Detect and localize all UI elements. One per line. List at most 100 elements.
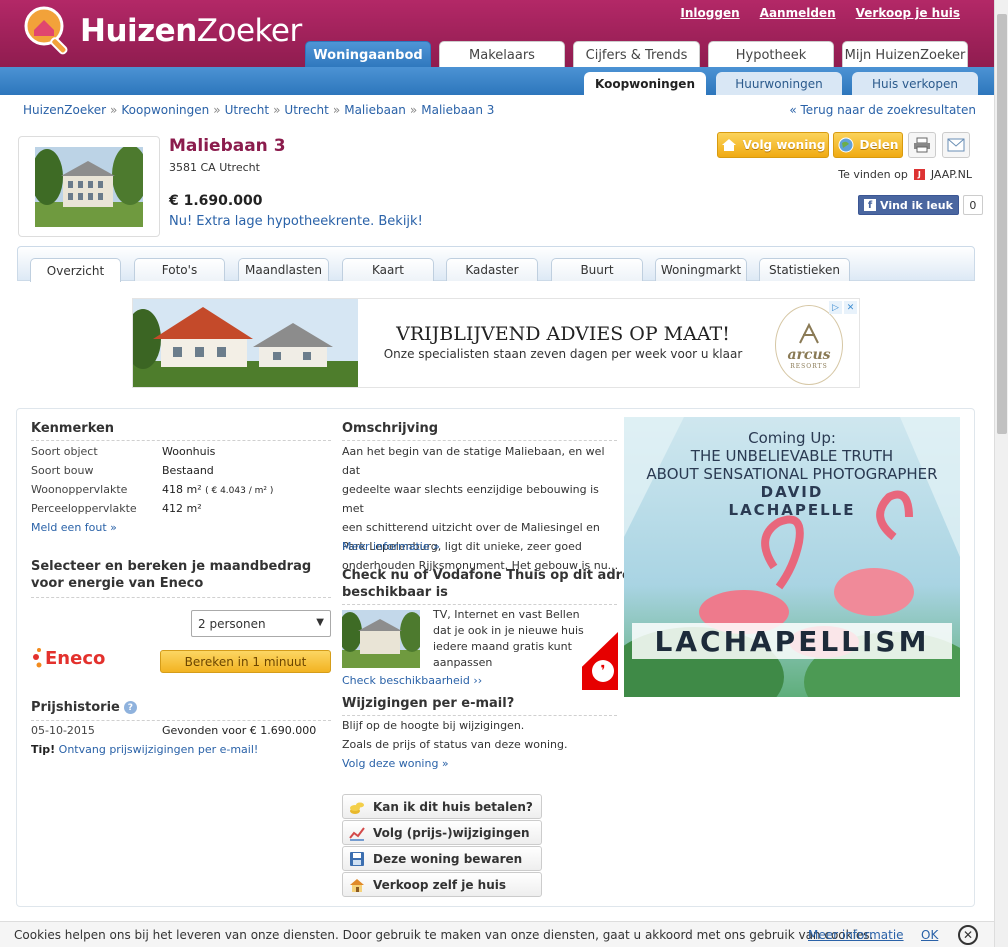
- mortgage-link[interactable]: Nu! Extra lage hypotheekrente. Bekijk!: [169, 214, 423, 229]
- trend-chart-icon: [349, 826, 365, 841]
- breadcrumb-separator: »: [273, 103, 281, 117]
- property-photo-frame[interactable]: [18, 136, 160, 237]
- check-availability-link[interactable]: Check beschikbaarheid ››: [342, 674, 482, 687]
- save-property-button[interactable]: Deze woning bewaren: [342, 846, 542, 871]
- tab-cijfers-trends[interactable]: Cijfers & Trends: [573, 41, 700, 68]
- vodafone-line: dat je ook in je nieuwe huis: [433, 624, 584, 637]
- scrollbar-thumb[interactable]: [997, 14, 1007, 434]
- kenmerk-value: 418 m² ( € 4.043 / m² ): [162, 483, 273, 496]
- tab-kadaster[interactable]: Kadaster: [446, 258, 538, 281]
- breadcrumb-item[interactable]: Utrecht: [284, 103, 328, 117]
- facebook-like-button[interactable]: f Vind ik leuk: [858, 195, 959, 215]
- side-ad-line: DAVID: [760, 483, 824, 501]
- arcus-brand-sub: RESORTS: [790, 362, 828, 370]
- arcus-logo: arcus RESORTS: [775, 305, 843, 385]
- tab-woningmarkt[interactable]: Woningmarkt: [655, 258, 747, 281]
- sell-yourself-button[interactable]: Verkoop zelf je huis: [342, 872, 542, 897]
- tab-huurwoningen[interactable]: Huurwoningen: [716, 72, 842, 95]
- sell-house-link[interactable]: Verkoop je huis: [856, 6, 960, 20]
- email-button[interactable]: [942, 132, 970, 158]
- follow-this-property-link[interactable]: Volg deze woning »: [342, 757, 449, 770]
- back-to-results-link[interactable]: « Terug naar de zoekresultaten: [789, 103, 976, 117]
- close-icon[interactable]: ✕: [958, 925, 978, 945]
- tab-makelaars[interactable]: Makelaars: [439, 41, 565, 68]
- living-area-value: 418 m²: [162, 483, 202, 496]
- household-size-select[interactable]: 2 personen ▼: [191, 610, 331, 637]
- affordability-label: Kan ik dit huis betalen?: [373, 799, 533, 814]
- tab-kaart[interactable]: Kaart: [342, 258, 434, 281]
- property-zip: 3581 CA Utrecht: [169, 161, 260, 174]
- tab-mijn-huizenzoeker[interactable]: Mijn HuizenZoeker: [842, 41, 968, 68]
- tab-huis-verkopen[interactable]: Huis verkopen: [852, 72, 978, 95]
- share-button[interactable]: Delen: [833, 132, 903, 158]
- eneco-dots-icon: [33, 648, 42, 668]
- vodafone-line: TV, Internet en vast Bellen: [433, 608, 580, 621]
- logo-text-regular: Zoeker: [196, 13, 302, 49]
- vodafone-title: Check nu of Vodafone Thuis op dit adres …: [342, 567, 639, 601]
- divider: [342, 604, 617, 605]
- pricehistory-title: Prijshistorie?: [31, 700, 137, 715]
- kenmerk-value: Bestaand: [162, 464, 214, 477]
- banner-ad[interactable]: VRIJBLIJVEND ADVIES OP MAAT! Onze specia…: [132, 298, 860, 388]
- ad-choices[interactable]: ▷ ✕: [829, 301, 857, 314]
- print-button[interactable]: [908, 132, 936, 158]
- breadcrumb-item[interactable]: Koopwoningen: [121, 103, 209, 117]
- side-ad-text: Coming Up: THE UNBELIEVABLE TRUTH ABOUT …: [624, 429, 960, 519]
- vodafone-line: iedere maand gratis kunt: [433, 640, 572, 653]
- facebook-like: f Vind ik leuk 0: [858, 195, 983, 215]
- tab-koopwoningen[interactable]: Koopwoningen: [584, 72, 706, 95]
- pricehistory-title-text: Prijshistorie: [31, 700, 120, 715]
- breadcrumb-item[interactable]: Maliebaan: [344, 103, 406, 117]
- ad-close-icon[interactable]: ✕: [844, 301, 857, 314]
- floppy-disk-icon: [350, 851, 364, 866]
- side-ad[interactable]: Coming Up: THE UNBELIEVABLE TRUTH ABOUT …: [624, 417, 960, 697]
- house-icon: [350, 878, 364, 892]
- ad-info-icon[interactable]: ▷: [829, 301, 842, 314]
- tab-overzicht[interactable]: Overzicht: [30, 258, 121, 282]
- help-icon[interactable]: ?: [123, 701, 137, 714]
- breadcrumb-item[interactable]: Utrecht: [225, 103, 269, 117]
- facebook-like-count: 0: [962, 195, 983, 215]
- property-photo: [35, 147, 143, 227]
- side-ad-line: Coming Up:: [748, 429, 836, 447]
- description-line: Aan het begin van de statige Maliebaan, …: [342, 445, 605, 477]
- login-link[interactable]: Inloggen: [680, 6, 739, 20]
- breadcrumb-item-current[interactable]: Maliebaan 3: [421, 103, 494, 117]
- cookie-more-info-link[interactable]: Meer informatie: [808, 928, 904, 942]
- kenmerk-value: 412 m²: [162, 502, 202, 515]
- report-error-link[interactable]: Meld een fout »: [31, 521, 117, 534]
- vertical-scrollbar[interactable]: [994, 0, 1008, 947]
- side-ad-line: THE UNBELIEVABLE TRUTH: [690, 447, 894, 465]
- divider: [31, 597, 331, 598]
- tab-hypotheek[interactable]: Hypotheek: [708, 41, 834, 68]
- breadcrumb: HuizenZoeker» Koopwoningen» Utrecht» Utrech…: [23, 103, 494, 117]
- logo[interactable]: HuizenZoeker: [22, 6, 302, 56]
- pricehistory-event: Gevonden voor € 1.690.000: [162, 724, 317, 737]
- follow-changes-button[interactable]: Volg (prijs-)wijzigingen: [342, 820, 542, 845]
- tab-buurt[interactable]: Buurt: [551, 258, 643, 281]
- register-link[interactable]: Aanmelden: [760, 6, 836, 20]
- side-ad-line: LACHAPELLE: [728, 501, 856, 519]
- email-changes-line: Blijf op de hoogte bij wijzigingen.: [342, 719, 525, 732]
- calculate-button[interactable]: Bereken in 1 minuut: [160, 650, 331, 673]
- sell-yourself-label: Verkoop zelf je huis: [373, 877, 507, 892]
- affordability-button[interactable]: Kan ik dit huis betalen?: [342, 794, 542, 819]
- tab-maandlasten[interactable]: Maandlasten: [238, 258, 329, 281]
- find-on-label: Te vinden op: [838, 168, 908, 181]
- cookie-bar: Cookies helpen ons bij het leveren van o…: [0, 921, 994, 947]
- banner-subline: Onze specialisten staan zeven dagen per …: [383, 347, 743, 361]
- more-info-link[interactable]: Meer informatie »: [342, 540, 440, 553]
- logo-text-bold: Huizen: [80, 13, 197, 49]
- divider: [342, 440, 617, 441]
- jaap-link[interactable]: JAAP.NL: [931, 168, 972, 181]
- price-alert-link[interactable]: Ontvang prijswijzigingen per e-mail!: [59, 743, 259, 756]
- divider: [31, 440, 331, 441]
- breadcrumb-item[interactable]: HuizenZoeker: [23, 103, 106, 117]
- energy-title: Selecteer en bereken je maandbedrag voor…: [31, 558, 311, 592]
- tab-woningaanbod[interactable]: Woningaanbod: [305, 41, 431, 68]
- cookie-ok-link[interactable]: OK: [921, 928, 938, 942]
- tab-fotos[interactable]: Foto's: [134, 258, 225, 281]
- follow-property-button[interactable]: Volg woning: [717, 132, 829, 158]
- tab-statistieken[interactable]: Statistieken: [759, 258, 850, 281]
- kenmerken-title: Kenmerken: [31, 421, 115, 436]
